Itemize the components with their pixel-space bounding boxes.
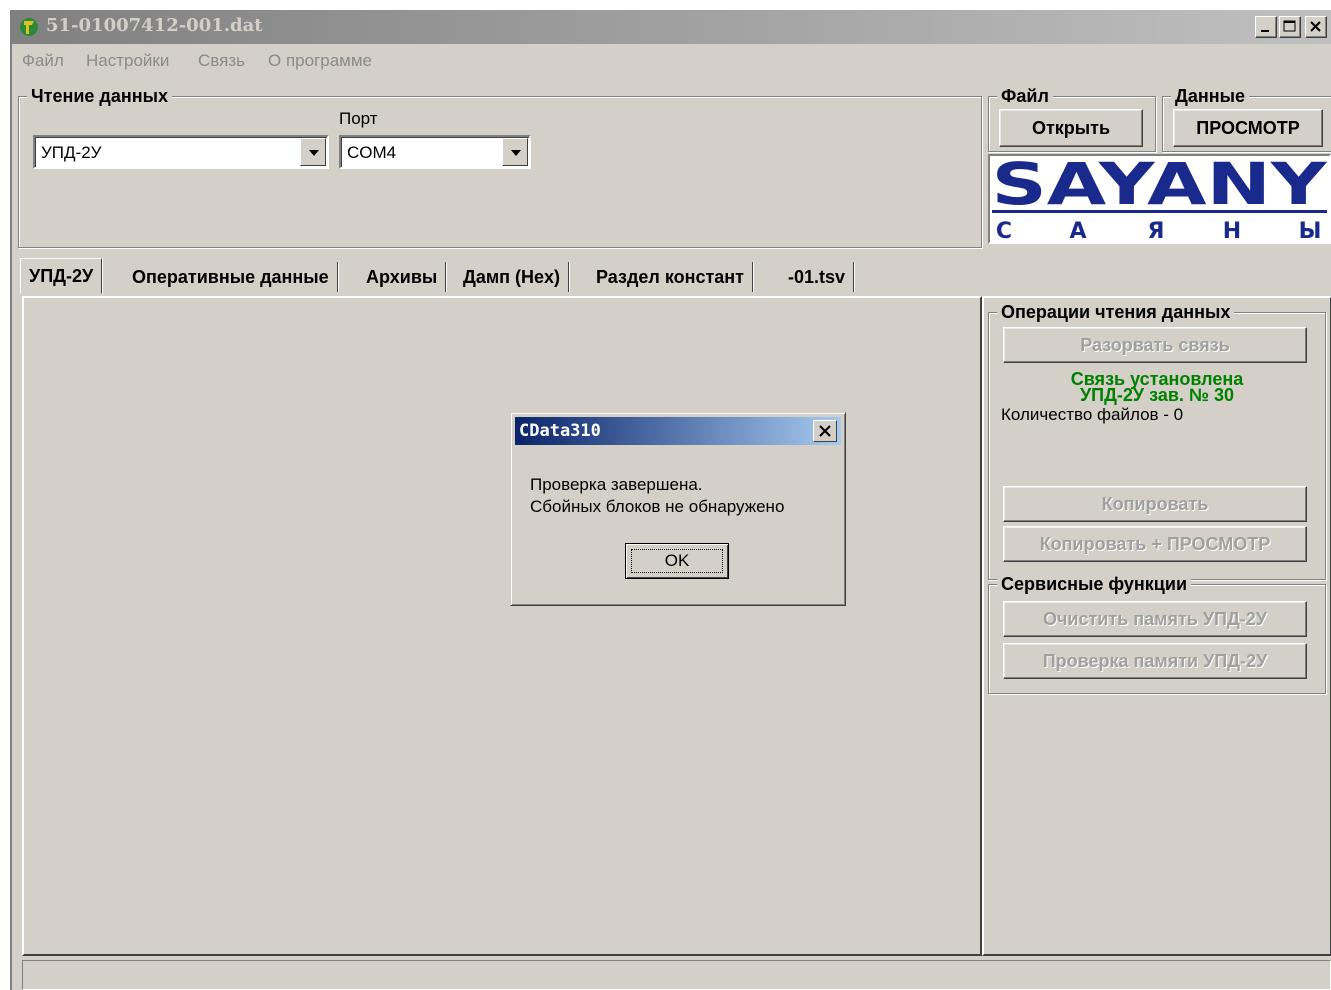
chevron-down-icon [309,150,319,156]
open-file-button[interactable]: Открыть [999,109,1143,147]
service-group-title: Сервисные функции [997,574,1192,595]
ok-button[interactable]: OK [625,543,729,579]
logo-latin: SAYANY [992,156,1328,218]
service-group: Сервисные функции Очистить память УПД-2У… [988,574,1326,694]
files-count: Количество файлов - 0 [1001,405,1184,424]
dialog-message-line1: Проверка завершена. [530,475,703,494]
device-serial: УПД-2У зав. № 30 [1079,385,1235,405]
device-select-value: УПД-2У [41,143,102,162]
menu-settings[interactable]: Настройки [86,51,169,71]
read-data-group-title: Чтение данных [27,86,172,107]
focus-rect [631,549,723,573]
maximize-button[interactable] [1279,16,1301,38]
tab-operative-data[interactable]: Оперативные данные [124,262,338,292]
maximize-icon [1283,20,1296,32]
port-select-value: COM4 [347,143,397,162]
sayany-logo: SAYANY С А Я Н Ы [988,150,1331,244]
menu-about[interactable]: О программе [268,51,372,71]
app-window: 51-01007412-001.dat Файл Настройки Связь… [10,10,1331,990]
main-panel [22,296,982,956]
operations-group-title: Операции чтения данных [997,302,1235,323]
tab-constants[interactable]: Раздел констант [588,262,753,292]
port-select[interactable]: COM4 [339,135,531,169]
tab-upd[interactable]: УПД-2У [20,258,103,294]
logo-cyr-4: Н [1223,219,1241,242]
sayany-logo-graphic: SAYANY С А Я Н Ы [992,150,1328,244]
title-bar[interactable]: 51-01007412-001.dat [12,10,1331,44]
message-dialog: CData310 Проверка завершена. Сбойных бло… [510,412,846,606]
dialog-message-line2: Сбойных блоков не обнаружено [530,497,785,516]
device-dropdown-button[interactable] [300,138,326,166]
menu-file[interactable]: Файл [22,51,64,71]
tab-dump-hex[interactable]: Дамп (Hex) [455,262,570,292]
logo-cyr-5: Ы [1299,219,1322,242]
minimize-button[interactable] [1255,16,1277,38]
view-data-button[interactable]: ПРОСМОТР [1173,109,1323,147]
data-group: Данные ПРОСМОТР [1162,86,1331,152]
tab-strip: УПД-2У Оперативные данные Архивы Дамп (H… [12,254,1331,298]
close-icon [819,425,831,437]
menu-bar: Файл Настройки Связь О программе [12,44,1331,74]
dialog-close-button[interactable] [813,420,837,442]
port-label: Порт [339,109,378,128]
file-group: Файл Открыть [988,86,1156,152]
menu-connection[interactable]: Связь [198,51,245,71]
dialog-title-bar[interactable]: CData310 [515,417,841,445]
logo-cyr-1: С [996,219,1012,242]
close-icon [1310,21,1321,32]
logo-cyr-2: А [1069,219,1086,242]
data-group-title: Данные [1171,86,1249,107]
minimize-icon [1261,30,1269,32]
device-select[interactable]: УПД-2У [33,135,329,169]
dialog-title: CData310 [519,421,601,441]
tab-archives[interactable]: Архивы [358,262,447,292]
chevron-down-icon [511,150,521,156]
close-button[interactable] [1305,16,1327,38]
clear-memory-button[interactable]: Очистить память УПД-2У [1003,601,1307,637]
app-icon [20,18,38,36]
file-group-title: Файл [997,86,1053,107]
copy-view-button[interactable]: Копировать + ПРОСМОТР [1003,526,1307,562]
disconnect-button[interactable]: Разорвать связь [1003,327,1307,363]
check-memory-button[interactable]: Проверка памяти УПД-2У [1003,643,1307,679]
port-dropdown-button[interactable] [502,138,528,166]
status-bar [22,960,1331,990]
logo-cyr-3: Я [1148,219,1165,242]
right-panel: Операции чтения данных Разорвать связь С… [982,296,1331,956]
window-title: 51-01007412-001.dat [46,15,263,36]
read-data-group: Чтение данных Порт УПД-2У COM4 [18,86,982,248]
operations-group: Операции чтения данных Разорвать связь С… [988,302,1326,580]
copy-button[interactable]: Копировать [1003,486,1307,522]
tab-tsv[interactable]: -01.tsv [780,262,855,292]
